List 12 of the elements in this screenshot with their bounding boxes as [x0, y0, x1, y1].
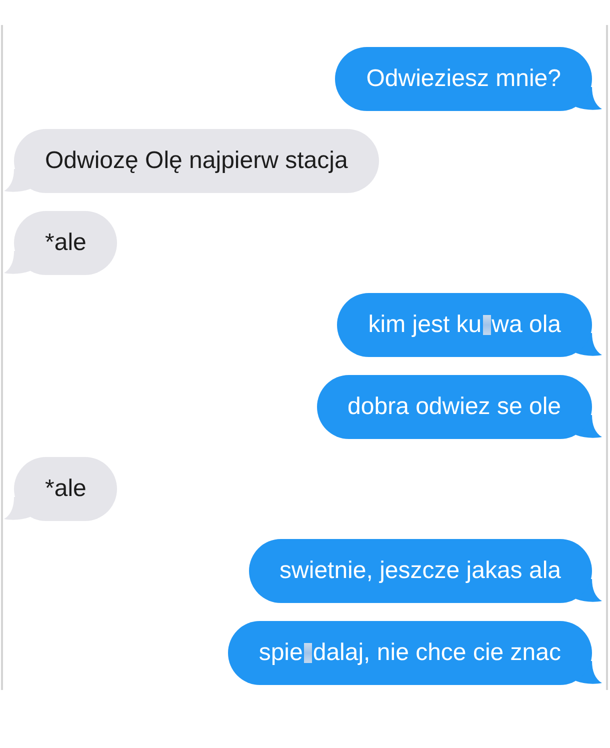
message-text: spie — [258, 639, 303, 667]
message-text: swietnie, jeszcze jakas ala — [280, 557, 561, 585]
message-text: kim jest ku — [368, 311, 482, 339]
message-text: Odwiozę Olę najpierw stacja — [45, 147, 348, 175]
blur-patch-icon — [304, 643, 312, 663]
message-text: wa ola — [492, 311, 561, 339]
message-text: *ale — [45, 475, 86, 503]
blur-patch-icon — [482, 315, 491, 335]
message-text: dobra odwiez se ole — [348, 393, 561, 421]
message-text: Odwieziesz mnie? — [366, 65, 561, 93]
message-text: dalaj, nie chce cie znac — [312, 639, 561, 667]
message-text: *ale — [45, 229, 86, 257]
